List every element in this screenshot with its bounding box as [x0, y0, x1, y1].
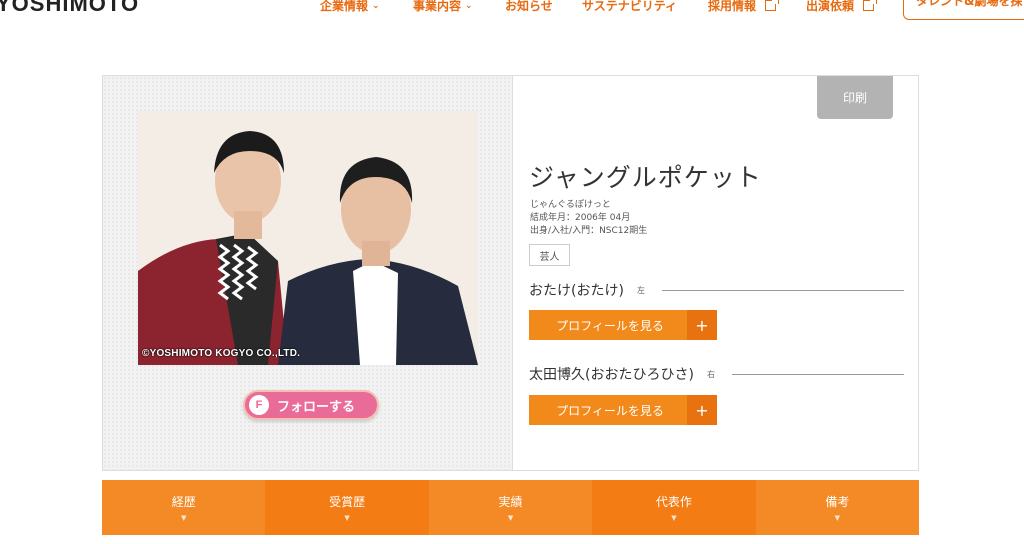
- tab-label: 実績: [498, 495, 523, 509]
- photo-panel: ©YOSHIMOTO KOGYO CO.,LTD. F フォローする: [103, 76, 513, 470]
- tab-label: 代表作: [655, 495, 692, 509]
- origin-info: 出身/入社/入門：NSC12期生: [530, 226, 648, 236]
- nav-label: 企業情報: [320, 0, 369, 13]
- tab-awards[interactable]: 受賞歴 ▼: [265, 480, 429, 535]
- member-position: 左: [636, 285, 645, 295]
- nav-label: 採用情報: [708, 0, 757, 13]
- caret-down-icon: ▼: [671, 514, 677, 522]
- member-name: おたけ(おたけ): [529, 283, 624, 299]
- nav-label: サステナビリティ: [582, 0, 678, 13]
- nav-news[interactable]: お知らせ: [505, 0, 553, 14]
- member-name: 太田博久(おおたひろひさ): [529, 367, 694, 383]
- view-profile-button[interactable]: プロフィールを見る +: [529, 310, 717, 340]
- view-profile-button[interactable]: プロフィールを見る +: [529, 395, 717, 425]
- tab-label: 経歴: [171, 495, 196, 509]
- external-link-icon: [765, 0, 780, 11]
- nav-corporate-info[interactable]: 企業情報 ⌄: [320, 0, 380, 14]
- caret-down-icon: ▼: [834, 514, 841, 522]
- view-profile-label: プロフィールを見る: [556, 403, 664, 418]
- tab-notes[interactable]: 備考 ▼: [755, 480, 920, 535]
- follow-label: フォローする: [277, 399, 356, 415]
- member-row: 太田博久(おおたひろひさ) 右: [529, 364, 904, 384]
- tab-label: 受賞歴: [329, 495, 366, 509]
- print-label: 印刷: [842, 91, 867, 105]
- tab-achievements[interactable]: 実績 ▼: [428, 480, 593, 535]
- caret-down-icon: ▼: [344, 514, 350, 522]
- talent-kana: じゃんぐるぽけっと: [530, 200, 611, 210]
- divider: [661, 289, 904, 291]
- external-link-icon: [863, 0, 878, 11]
- view-profile-label: プロフィールを見る: [556, 318, 664, 333]
- talent-search-label: タレント&劇場を探: [916, 0, 1023, 8]
- caret-down-icon: ▼: [181, 514, 187, 522]
- nav-sustainability[interactable]: サステナビリティ: [582, 0, 677, 14]
- category-tag: 芸人: [529, 244, 570, 266]
- nav-appearance-request[interactable]: 出演依頼: [806, 0, 878, 14]
- chevron-down-icon: ⌄: [372, 0, 380, 11]
- profile-photo: ©YOSHIMOTO KOGYO CO.,LTD.: [138, 111, 478, 365]
- nav-recruit[interactable]: 採用情報: [708, 0, 780, 14]
- nav-label: お知らせ: [505, 0, 553, 13]
- member-position: 右: [706, 369, 715, 379]
- talent-name: ジャングルポケット: [529, 163, 762, 192]
- nav-label: 出演依頼: [806, 0, 855, 13]
- divider: [731, 373, 904, 375]
- member-row: おたけ(おたけ) 左: [529, 280, 904, 300]
- plus-icon: +: [687, 395, 717, 425]
- photo-copyright: ©YOSHIMOTO KOGYO CO.,LTD.: [142, 348, 301, 359]
- plus-icon: +: [687, 310, 717, 340]
- nav-label: 事業内容: [413, 0, 462, 13]
- talent-search-button[interactable]: タレント&劇場を探: [903, 0, 1024, 20]
- follow-f-icon: F: [249, 395, 269, 415]
- chevron-down-icon: ⌄: [465, 0, 473, 11]
- nav-business[interactable]: 事業内容 ⌄: [413, 0, 473, 14]
- formed-date: 結成年月：2006年 04月: [530, 213, 631, 223]
- follow-button[interactable]: F フォローする: [243, 390, 379, 420]
- tab-career[interactable]: 経歴 ▼: [102, 480, 266, 535]
- tab-label: 備考: [825, 495, 850, 509]
- yoshimoto-logo[interactable]: YOSHIMOTO: [0, 0, 139, 17]
- profile-tabs: 経歴 ▼ 受賞歴 ▼ 実績 ▼ 代表作 ▼ 備考 ▼: [102, 480, 920, 535]
- tab-representative-works[interactable]: 代表作 ▼: [592, 480, 756, 535]
- profile-card: ©YOSHIMOTO KOGYO CO.,LTD. F フォローする 印刷 ジャ…: [102, 75, 919, 471]
- print-button[interactable]: 印刷: [817, 76, 893, 119]
- caret-down-icon: ▼: [507, 514, 514, 522]
